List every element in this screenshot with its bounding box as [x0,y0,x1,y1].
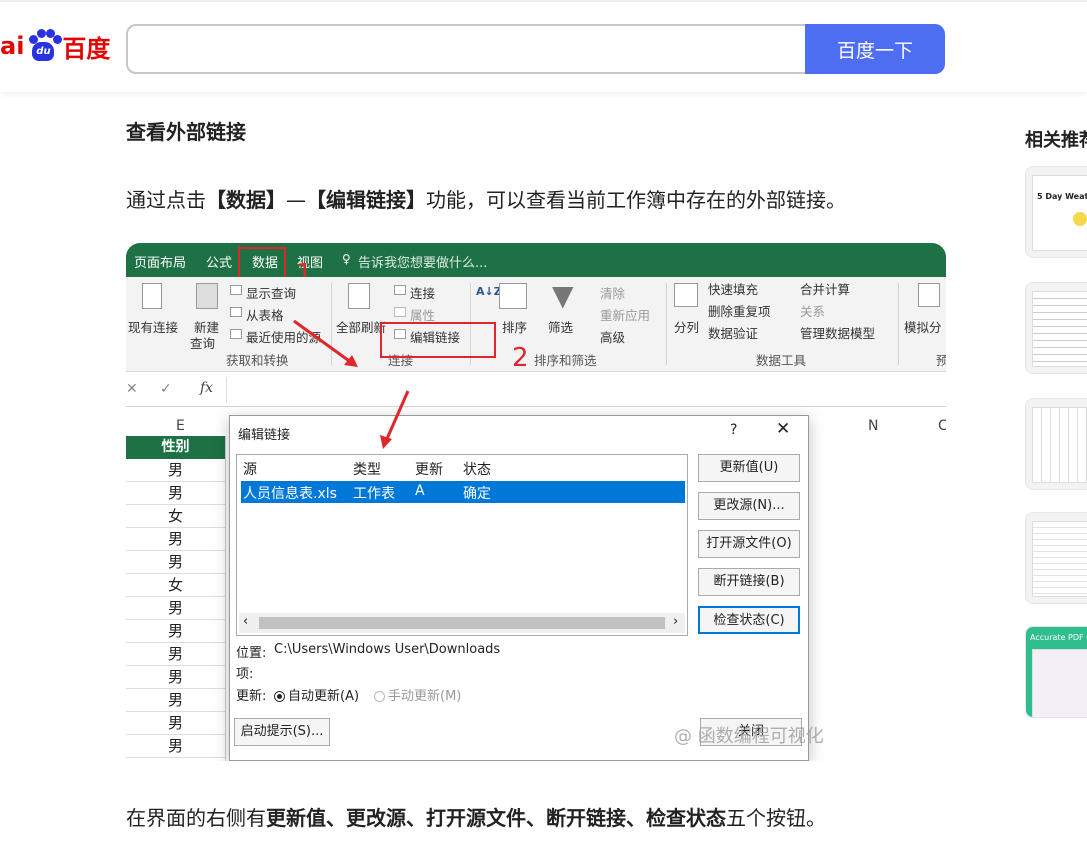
related-card[interactable]: 5 Day Weather Fo [1025,166,1087,258]
arrow-1 [293,319,353,365]
search-input[interactable] [126,24,806,74]
search-button[interactable]: 百度一下 [805,24,945,74]
related-card[interactable] [1025,282,1087,374]
baidu-logo[interactable]: ai du 百度 [0,26,110,66]
baidu-paw-icon: du [26,29,63,63]
related-card[interactable]: Accurate PDF Controller [1025,626,1087,718]
arrow-1-head [344,355,358,367]
sun-icon [1073,212,1087,226]
paragraph-buttons: 在界面的右侧有更新值、更改源、打开源文件、断开链接、检查状态五个按钮。 [126,806,826,830]
top-bar: ai du 百度 百度一下 [0,0,1087,92]
watermark: @ 函数编程可视化 [674,726,824,747]
related-title: 相关推荐 [1025,130,1087,151]
annotation-arrows [293,319,410,449]
related-card[interactable] [1025,512,1087,604]
related-card[interactable] [1025,398,1087,490]
arrow-2 [384,390,410,442]
arrow-2-head [380,435,392,449]
article-image[interactable]: 页面布局 公式 数据 视图 ♀ 告诉我您想要做什么... 1 现有连接 新建 查… [126,243,946,761]
logo-text-right: 百度 [62,34,111,63]
logo-paw-text: du [32,42,55,61]
paragraph-intro: 通过点击【数据】—【编辑链接】功能，可以查看当前工作簿中存在的外部链接。 [126,188,846,212]
logo-text-left: ai [0,32,25,60]
section-heading: 查看外部链接 [126,120,246,144]
